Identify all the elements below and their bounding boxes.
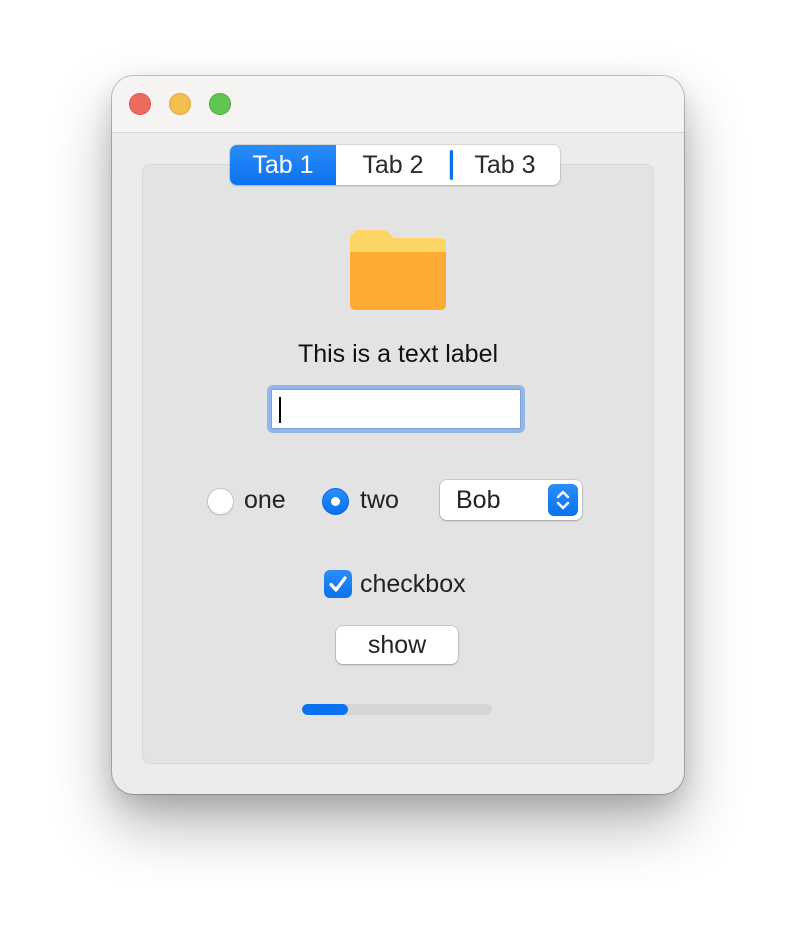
text-caret <box>279 397 281 423</box>
folder-icon <box>350 230 446 310</box>
title-bar[interactable] <box>112 76 684 133</box>
app-window: Tab 1 Tab 2 Tab 3 This is a text label o… <box>112 76 684 794</box>
tab-bar: Tab 1 Tab 2 Tab 3 <box>230 145 560 185</box>
tab-1[interactable]: Tab 1 <box>230 145 336 185</box>
popup-selected-value: Bob <box>456 486 501 514</box>
popup-arrows <box>548 484 578 516</box>
progress-bar <box>302 704 492 715</box>
checkbox[interactable] <box>324 570 352 598</box>
text-field[interactable] <box>267 385 525 433</box>
text-label: This is a text label <box>297 340 499 368</box>
close-window-button[interactable] <box>129 93 151 115</box>
zoom-window-button[interactable] <box>209 93 231 115</box>
show-button[interactable]: show <box>336 626 458 664</box>
progress-fill <box>302 704 348 715</box>
radio-two[interactable] <box>322 488 349 515</box>
checkmark-icon <box>329 576 347 592</box>
checkbox-label[interactable]: checkbox <box>360 570 466 599</box>
tab-2[interactable]: Tab 2 <box>336 145 450 185</box>
tab-3[interactable]: Tab 3 <box>450 145 560 185</box>
radio-two-label[interactable]: two <box>360 486 399 515</box>
radio-one[interactable] <box>207 488 234 515</box>
popup-button[interactable]: Bob <box>440 480 582 520</box>
radio-one-label[interactable]: one <box>244 486 286 515</box>
chevron-up-down-icon <box>556 490 570 510</box>
text-input[interactable] <box>271 389 521 429</box>
minimize-window-button[interactable] <box>169 93 191 115</box>
